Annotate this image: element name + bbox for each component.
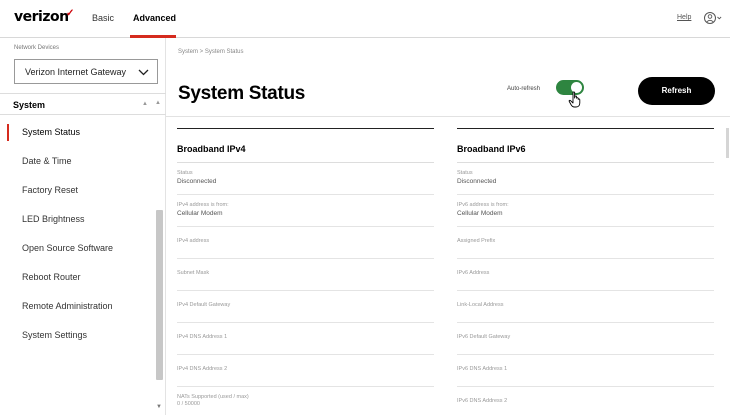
ipv6-address-field: IPv6 Address [457, 259, 714, 291]
broadband-ipv4-panel: Broadband IPv4 Status Disconnected IPv4 … [177, 128, 434, 415]
field-label: IPv4 Default Gateway [177, 302, 231, 308]
sidebar-item-factory-reset[interactable]: Factory Reset [0, 176, 154, 205]
field-label: Status [177, 170, 193, 176]
page-title: System Status [178, 83, 306, 104]
ipv6-dns-2-field: IPv6 DNS Address 2 [457, 387, 714, 415]
section-title: System [13, 100, 46, 110]
ipv6-status-field: Status Disconnected [457, 163, 714, 195]
broadband-ipv6-panel: Broadband IPv6 Status Disconnected IPv6 … [457, 128, 714, 415]
sidebar-item-led-brightness[interactable]: LED Brightness [0, 205, 154, 234]
auto-refresh-label: Auto-refresh [507, 86, 541, 92]
scroll-down-arrow-icon[interactable]: ▼ [156, 404, 162, 410]
sidebar-item-system-status[interactable]: System Status [0, 118, 154, 147]
field-value: Disconnected [177, 178, 217, 185]
breadcrumb[interactable]: System > System Status [178, 49, 244, 55]
field-label: IPv4 DNS Address 2 [177, 366, 228, 372]
field-value: Disconnected [457, 178, 497, 185]
content-scrollbar[interactable] [726, 128, 729, 158]
ipv6-dns-1-field: IPv6 DNS Address 1 [457, 355, 714, 387]
field-label: Subnet Mask [177, 270, 210, 276]
field-value: Cellular Modem [177, 210, 223, 217]
field-label: Status [457, 170, 473, 176]
field-label: IPv6 Address [457, 270, 490, 276]
field-label: Link-Local Address [457, 302, 504, 308]
hand-pointer-cursor-icon [568, 91, 581, 108]
ipv4-source-field: IPv4 address is from: Cellular Modem [177, 195, 434, 227]
sidebar: Network Devices Verizon Internet Gateway… [0, 38, 166, 415]
ipv4-dns-2-field: IPv4 DNS Address 2 [177, 355, 434, 387]
ipv4-nats-field: NATs Supported (used / max) 0 / 50000 [177, 387, 434, 415]
top-navigation-bar: verizon ✓ Basic Advanced Help [0, 0, 730, 38]
field-value: Cellular Modem [457, 210, 503, 217]
field-label: NATs Supported (used / max) [177, 394, 249, 400]
sidebar-menu: System Status Date & Time Factory Reset … [0, 118, 154, 350]
verizon-check-mark: ✓ [66, 8, 75, 19]
ipv4-status-field: Status Disconnected [177, 163, 434, 195]
device-select-value: Verizon Internet Gateway [25, 67, 127, 77]
user-circle-icon[interactable] [703, 11, 723, 25]
collapse-caret-icon[interactable]: ▲ [142, 101, 148, 107]
ipv6-link-local-field: Link-Local Address [457, 291, 714, 323]
sidebar-scrollbar[interactable] [156, 210, 163, 380]
ipv6-heading: Broadband IPv6 [457, 129, 714, 163]
field-label: IPv4 DNS Address 1 [177, 334, 228, 340]
main-content: System > System Status System Status Aut… [166, 38, 730, 415]
ipv4-heading: Broadband IPv4 [177, 129, 434, 163]
field-label: IPv6 DNS Address 2 [457, 398, 508, 404]
device-select[interactable]: Verizon Internet Gateway [14, 59, 158, 84]
sidebar-item-remote-administration[interactable]: Remote Administration [0, 292, 154, 321]
ipv4-default-gateway-field: IPv4 Default Gateway [177, 291, 434, 323]
sidebar-item-date-time[interactable]: Date & Time [0, 147, 154, 176]
sidebar-item-system-settings[interactable]: System Settings [0, 321, 154, 350]
nav-advanced-link[interactable]: Advanced [133, 13, 176, 23]
system-section-header[interactable]: System ▲ ▲ [0, 93, 166, 115]
sidebar-item-reboot-router[interactable]: Reboot Router [0, 263, 154, 292]
refresh-button[interactable]: Refresh [638, 77, 715, 105]
field-label: IPv6 address is from: [457, 202, 509, 208]
chevron-down-icon [138, 69, 149, 76]
scroll-up-arrow-icon[interactable]: ▲ [155, 100, 161, 106]
ipv4-dns-1-field: IPv4 DNS Address 1 [177, 323, 434, 355]
field-value: 0 / 50000 [177, 401, 200, 407]
ipv6-assigned-prefix-field: Assigned Prefix [457, 227, 714, 259]
field-label: IPv4 address is from: [177, 202, 229, 208]
ipv6-default-gateway-field: IPv6 Default Gateway [457, 323, 714, 355]
field-label: Assigned Prefix [457, 238, 496, 244]
field-label: IPv6 Default Gateway [457, 334, 511, 340]
sidebar-item-open-source-software[interactable]: Open Source Software [0, 234, 154, 263]
verizon-logo[interactable]: verizon [14, 9, 69, 25]
field-label: IPv4 address [177, 238, 210, 244]
network-devices-caption: Network Devices [14, 45, 60, 51]
ipv4-address-field: IPv4 address [177, 227, 434, 259]
nav-basic-link[interactable]: Basic [92, 13, 114, 23]
header-divider [166, 116, 730, 117]
field-label: IPv6 DNS Address 1 [457, 366, 508, 372]
ipv6-source-field: IPv6 address is from: Cellular Modem [457, 195, 714, 227]
help-link[interactable]: Help [677, 14, 691, 21]
ipv4-subnet-mask-field: Subnet Mask [177, 259, 434, 291]
